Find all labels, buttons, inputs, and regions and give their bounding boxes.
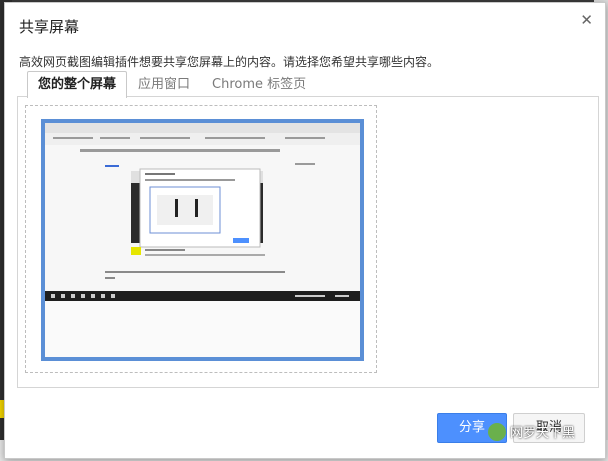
screen-preview-image [45, 123, 360, 357]
share-screen-dialog: 共享屏幕 ✕ 高效网页截图编辑插件想要共享您屏幕上的内容。请选择您希望共享哪些内… [4, 2, 606, 459]
tab-chrome-tab[interactable]: Chrome 标签页 [201, 71, 317, 97]
wechat-logo-icon [488, 422, 506, 441]
tab-entire-screen[interactable]: 您的整个屏幕 [27, 71, 128, 98]
close-icon[interactable]: ✕ [580, 11, 593, 29]
screen-thumbnail[interactable] [41, 119, 364, 361]
watermark-text: 网罗天下黑 [510, 426, 576, 441]
tab-application-window[interactable]: 应用窗口 [127, 71, 201, 97]
source-tabs: 您的整个屏幕 应用窗口 Chrome 标签页 [27, 71, 317, 98]
source-panel [17, 96, 599, 388]
dialog-description: 高效网页截图编辑插件想要共享您屏幕上的内容。请选择您希望共享哪些内容。 [19, 55, 440, 69]
screen-tile[interactable] [25, 105, 377, 373]
watermark: 网罗天下黑 [488, 422, 575, 441]
dialog-title: 共享屏幕 [19, 18, 80, 36]
